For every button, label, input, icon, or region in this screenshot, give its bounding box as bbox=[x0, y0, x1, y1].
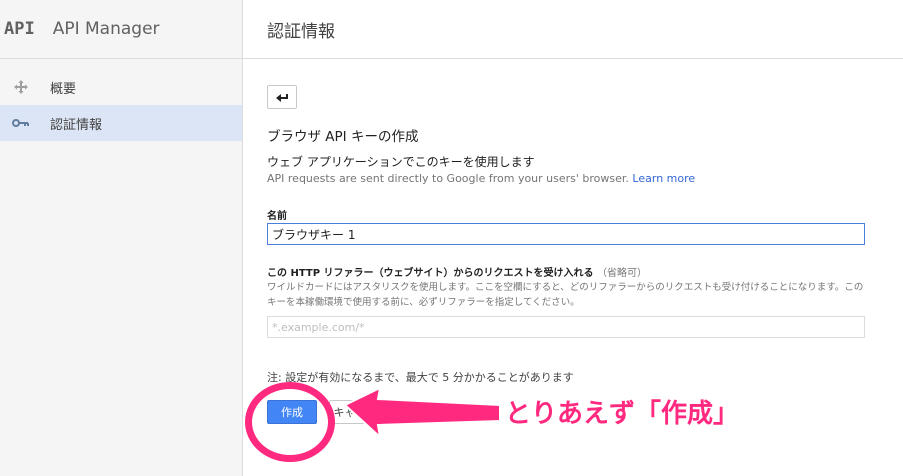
referrer-help-text: ワイルドカードにはアスタリスクを使用します。ここを空欄にすると、どのリファラーか… bbox=[267, 282, 864, 308]
sidebar-item-label: 概要 bbox=[50, 81, 77, 97]
description-text: API requests are sent directly to Google… bbox=[267, 172, 629, 185]
form-description: API requests are sent directly to Google… bbox=[267, 172, 695, 185]
api-logo: API bbox=[4, 19, 35, 39]
main-header: 認証情報 bbox=[243, 0, 903, 59]
app-title[interactable]: API Manager bbox=[53, 19, 160, 39]
propagation-note: 注: 設定が有効になるまで、最大で 5 分かかることがあります bbox=[267, 371, 574, 384]
cancel-button[interactable]: キャンセル bbox=[329, 400, 393, 424]
name-input[interactable] bbox=[267, 223, 865, 245]
sidebar-item-credentials[interactable]: 認証情報 bbox=[0, 105, 242, 141]
section-title: ブラウザ API キーの作成 bbox=[267, 129, 419, 145]
referrer-input[interactable] bbox=[267, 316, 865, 338]
learn-more-link[interactable]: Learn more bbox=[632, 172, 695, 185]
form-subtitle: ウェブ アプリケーションでこのキーを使用します bbox=[267, 155, 535, 169]
sidebar-header: API API Manager bbox=[0, 0, 242, 59]
sidebar: API API Manager 概要 認証情報 bbox=[0, 0, 243, 476]
sidebar-item-label: 認証情報 bbox=[50, 117, 103, 133]
name-label: 名前 bbox=[267, 211, 287, 222]
page-title: 認証情報 bbox=[267, 21, 335, 42]
back-arrow-icon bbox=[275, 88, 289, 107]
back-button[interactable] bbox=[267, 85, 297, 109]
referrer-label-text: この HTTP リファラー（ウェブサイト）からのリクエストを受け入れる bbox=[267, 268, 594, 279]
annotation-text: とりあえず「作成」 bbox=[505, 399, 740, 429]
move-icon bbox=[10, 79, 32, 95]
referrer-label: この HTTP リファラー（ウェブサイト）からのリクエストを受け入れる （省略可… bbox=[267, 264, 647, 279]
highlight-circle bbox=[245, 382, 335, 462]
sidebar-item-overview[interactable]: 概要 bbox=[0, 69, 242, 105]
optional-tag: （省略可） bbox=[597, 268, 648, 279]
key-icon bbox=[10, 118, 32, 128]
